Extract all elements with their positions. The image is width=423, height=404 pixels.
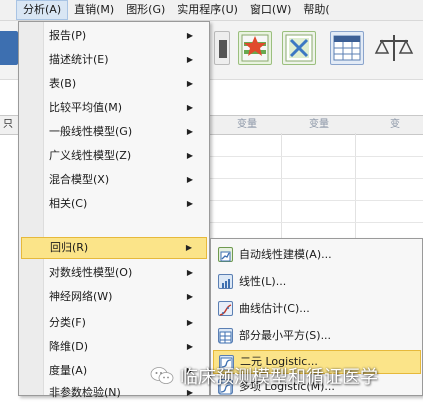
row-label: 只	[3, 119, 13, 130]
submenu-item-linear[interactable]: 线性(L)...	[213, 270, 421, 294]
analyze-menu: 报告(P) ▶ 描述统计(E) ▶ 表(B) ▶ 比较平均值(M) ▶ 一般线性模型(G…	[18, 21, 210, 399]
value-labels-icon[interactable]	[330, 31, 364, 65]
submenu-arrow-icon: ▶	[186, 103, 193, 112]
menu-item-generalized-linear-models[interactable]: 广义线性模型(Z) ▶	[21, 145, 207, 167]
column-header-3[interactable]: 变	[360, 116, 423, 134]
watermark-text: 临床预测模型和循证医学	[180, 367, 378, 388]
menu-direct-marketing[interactable]: 直销(M)	[68, 0, 120, 20]
menu-item-label: 对数线性模型(O)	[49, 266, 133, 279]
column-header-2[interactable]: 变量	[284, 116, 354, 134]
menu-item-loglinear[interactable]: 对数线性模型(O) ▶	[21, 262, 207, 284]
menu-item-label: 降维(D)	[49, 340, 89, 353]
submenu-arrow-icon: ▶	[186, 55, 193, 64]
split-file-icon[interactable]	[282, 31, 316, 65]
submenu-item-label: 曲线估计(C)...	[239, 302, 310, 315]
menu-item-label: 广义线性模型(Z)	[49, 149, 132, 162]
menu-item-label: 度量(A)	[49, 364, 88, 377]
menu-item-label: 分类(F)	[49, 316, 86, 329]
menu-item-neural-networks[interactable]: 神经网络(W) ▶	[21, 286, 207, 308]
submenu-arrow-icon: ▶	[186, 79, 193, 88]
menu-utilities[interactable]: 实用程序(U)	[171, 0, 244, 20]
submenu-item-label: 线性(L)...	[239, 275, 287, 288]
submenu-item-label: 部分最小平方(S)...	[239, 329, 332, 342]
toolbar-edge-icon[interactable]	[0, 31, 18, 65]
linear-regression-icon	[218, 274, 233, 289]
menu-analyze[interactable]: 分析(A)	[16, 0, 69, 20]
menu-item-regression[interactable]: 回归(R) ▶	[21, 237, 207, 259]
submenu-arrow-icon: ▶	[186, 151, 193, 160]
submenu-arrow-icon: ▶	[186, 199, 193, 208]
menu-item-dimension-reduction[interactable]: 降维(D) ▶	[21, 336, 207, 358]
menu-item-label: 报告(P)	[49, 29, 87, 42]
insert-variable-icon[interactable]	[238, 31, 272, 65]
grid-row-line	[210, 156, 423, 157]
menu-graphs[interactable]: 图形(G)	[120, 0, 171, 20]
menu-item-correlate[interactable]: 相关(C) ▶	[21, 193, 207, 215]
wechat-icon	[150, 367, 174, 384]
menu-item-label: 相关(C)	[49, 197, 88, 210]
menu-item-general-linear-model[interactable]: 一般线性模型(G) ▶	[21, 121, 207, 143]
watermark: 临床预测模型和循证医学	[150, 362, 378, 390]
submenu-item-curve-estimation[interactable]: 曲线估计(C)...	[213, 297, 421, 321]
submenu-item-automatic-linear-modeling[interactable]: 自动线性建模(A)...	[213, 243, 421, 267]
menu-item-label: 神经网络(W)	[49, 290, 113, 303]
menu-item-label: 回归(R)	[50, 241, 89, 254]
submenu-arrow-icon: ▶	[186, 292, 193, 301]
submenu-arrow-icon: ▶	[186, 268, 193, 277]
submenu-arrow-icon: ▶	[186, 318, 193, 327]
weight-cases-icon[interactable]	[374, 31, 414, 65]
menu-item-label: 表(B)	[49, 77, 77, 90]
column-header-1[interactable]: 变量	[214, 116, 280, 134]
curve-estimation-icon	[218, 301, 233, 316]
menubar: 分析(A) 直销(M) 图形(G) 实用程序(U) 窗口(W) 帮助(	[0, 0, 423, 21]
menu-item-classify[interactable]: 分类(F) ▶	[21, 312, 207, 334]
auto-linear-icon	[218, 247, 233, 262]
menu-item-mixed-models[interactable]: 混合模型(X) ▶	[21, 169, 207, 191]
grid-row-line	[210, 200, 423, 201]
menu-item-tables[interactable]: 表(B) ▶	[21, 73, 207, 95]
menu-item-label: 比较平均值(M)	[49, 101, 123, 114]
submenu-item-partial-least-squares[interactable]: 部分最小平方(S)...	[213, 324, 421, 348]
grid-row-line	[210, 178, 423, 179]
grid-row-line	[210, 222, 423, 223]
partial-least-squares-icon	[218, 328, 233, 344]
submenu-arrow-icon: ▶	[186, 175, 193, 184]
menu-item-label: 一般线性模型(G)	[49, 125, 133, 138]
submenu-arrow-icon: ▶	[186, 127, 193, 136]
submenu-arrow-icon: ▶	[186, 342, 193, 351]
submenu-arrow-icon: ▶	[185, 243, 192, 252]
menu-item-label: 描述统计(E)	[49, 53, 109, 66]
menu-item-compare-means[interactable]: 比较平均值(M) ▶	[21, 97, 207, 119]
menu-item-label: 混合模型(X)	[49, 173, 110, 186]
menu-window[interactable]: 窗口(W)	[244, 0, 297, 20]
menu-help[interactable]: 帮助(	[297, 0, 335, 20]
menu-item-label: 非参数检验(N)	[49, 386, 121, 399]
select-cases-icon[interactable]	[214, 31, 230, 65]
submenu-arrow-icon: ▶	[186, 31, 193, 40]
menu-item-descriptive-statistics[interactable]: 描述统计(E) ▶	[21, 49, 207, 71]
submenu-item-label: 自动线性建模(A)...	[239, 248, 332, 261]
menu-item-reports[interactable]: 报告(P) ▶	[21, 25, 207, 47]
